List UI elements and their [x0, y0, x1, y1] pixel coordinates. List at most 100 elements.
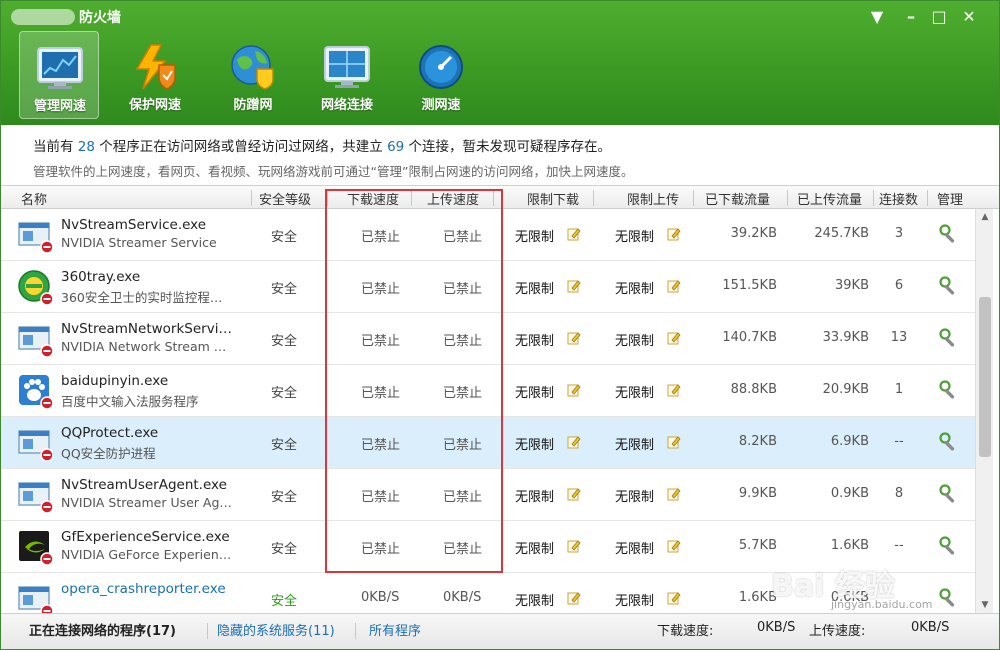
col-downloaded[interactable]: 已下载流量 — [705, 189, 770, 208]
edit-limit-download-icon[interactable] — [567, 227, 581, 241]
edit-limit-upload-icon[interactable] — [667, 435, 681, 449]
limit-upload-value: 无限制 — [615, 282, 655, 297]
col-conn-count[interactable]: 连接数 — [879, 189, 918, 208]
table-row[interactable]: NvStreamNetworkServi… NVIDIA Network Stre… — [1, 313, 975, 365]
table-header: 名称 安全等级 下载速度 上传速度 限制下载 限制上传 已下载流量 已上传流量 … — [1, 185, 999, 209]
footer-divider — [207, 623, 208, 639]
safety-level: 安全 — [271, 490, 298, 505]
connection-count: 3 — [894, 226, 904, 241]
edit-limit-upload-icon[interactable] — [667, 331, 681, 345]
edit-limit-download-icon[interactable] — [567, 487, 581, 501]
col-limit-download[interactable]: 限制下载 — [527, 189, 579, 208]
manage-wrench-icon[interactable] — [939, 328, 959, 348]
col-uploaded[interactable]: 已上传流量 — [797, 189, 862, 208]
col-upload-speed[interactable]: 上传速度 — [427, 189, 479, 208]
tool-manage-speed[interactable]: 管理网速 — [19, 31, 99, 119]
manage-wrench-icon[interactable] — [939, 276, 959, 296]
close-button[interactable]: ✕ — [957, 5, 981, 29]
uploaded-total: 1.6KB — [830, 538, 869, 553]
limit-upload-value: 无限制 — [615, 386, 655, 401]
tool-network-connections[interactable]: 网络连接 — [307, 31, 387, 119]
footer-download-label: 下载速度: — [657, 624, 714, 639]
manage-wrench-icon[interactable] — [939, 536, 959, 556]
manage-wrench-icon[interactable] — [939, 224, 959, 244]
connection-count: 1 — [894, 382, 904, 397]
edit-limit-upload-icon[interactable] — [667, 227, 681, 241]
footer-download-value: 0KB/S — [757, 620, 796, 635]
scroll-down-icon[interactable]: ▼ — [976, 597, 994, 613]
lightning-shield-icon — [135, 44, 176, 90]
table-row[interactable]: NvStreamUserAgent.exe NVIDIA Streamer Use… — [1, 469, 975, 521]
edit-limit-download-icon[interactable] — [567, 435, 581, 449]
col-manage[interactable]: 管理 — [937, 189, 963, 208]
manage-wrench-icon[interactable] — [939, 484, 959, 504]
col-divider[interactable] — [927, 190, 928, 206]
scroll-up-icon[interactable]: ▲ — [976, 209, 994, 225]
edit-limit-download-icon[interactable] — [567, 279, 581, 293]
tool-anti-leech[interactable]: 防蹭网 — [213, 31, 293, 119]
col-divider[interactable] — [873, 190, 874, 206]
table-row[interactable]: opera_crashreporter.exe 安全 0KB/S 0KB/S 无限制 无限… — [1, 573, 975, 613]
tab-hidden-services[interactable]: 隐藏的系统服务(11) — [217, 620, 335, 639]
col-divider[interactable] — [693, 190, 694, 206]
col-divider[interactable] — [593, 190, 594, 206]
uploaded-total: 39KB — [835, 278, 869, 293]
connection-count: -- — [894, 538, 904, 553]
limit-download-value: 无限制 — [515, 386, 555, 401]
vertical-scrollbar[interactable]: ▲ ▼ — [975, 209, 993, 613]
manage-wrench-icon[interactable] — [939, 588, 959, 608]
edit-limit-upload-icon[interactable] — [667, 539, 681, 553]
scroll-thumb[interactable] — [979, 297, 991, 457]
edit-limit-upload-icon[interactable] — [667, 487, 681, 501]
col-download-speed[interactable]: 下载速度 — [347, 189, 399, 208]
col-limit-upload[interactable]: 限制上传 — [627, 189, 679, 208]
minimize-button[interactable]: – — [899, 5, 923, 29]
col-divider[interactable] — [493, 190, 494, 206]
col-divider[interactable] — [251, 190, 252, 206]
limit-upload-value: 无限制 — [615, 594, 655, 609]
downloaded-total: 151.5KB — [722, 278, 777, 293]
monitor-chart-icon — [37, 47, 83, 89]
tool-protect-speed[interactable]: 保护网速 — [115, 31, 195, 119]
summary-part: 当前有 — [33, 139, 78, 155]
col-divider[interactable] — [327, 190, 328, 206]
tool-label: 保护网速 — [128, 98, 181, 113]
connection-count: 69 — [387, 139, 405, 155]
app-logo-blurred — [11, 9, 75, 25]
tab-all-programs[interactable]: 所有程序 — [369, 620, 421, 639]
table-row[interactable]: QQProtect.exe QQ安全防护进程 安全 已禁止 已禁止 无限制 无限制 8.2KB… — [1, 417, 975, 469]
edit-limit-download-icon[interactable] — [567, 591, 581, 605]
table-row[interactable]: 360tray.exe 360安全卫士的实时监控程… 安全 已禁止 已禁止 无限制 无限制 1… — [1, 261, 975, 313]
edit-limit-upload-icon[interactable] — [667, 383, 681, 397]
upload-speed: 已禁止 — [443, 282, 483, 297]
edit-limit-upload-icon[interactable] — [667, 591, 681, 605]
edit-limit-download-icon[interactable] — [567, 383, 581, 397]
window-app-icon — [18, 326, 53, 357]
uploaded-total: 245.7KB — [814, 226, 869, 241]
col-divider[interactable] — [411, 190, 412, 206]
footer-upload-value: 0KB/S — [911, 620, 950, 635]
window-app-icon — [18, 482, 53, 513]
edit-limit-upload-icon[interactable] — [667, 279, 681, 293]
menu-dropdown-button[interactable]: ▼ — [865, 5, 889, 29]
tab-connected-programs[interactable]: 正在连接网络的程序(17) — [29, 620, 176, 639]
download-speed: 0KB/S — [361, 590, 400, 605]
download-speed: 已禁止 — [361, 490, 401, 505]
edit-limit-download-icon[interactable] — [567, 331, 581, 345]
manage-wrench-icon[interactable] — [939, 380, 959, 400]
summary-part: 个程序正在访问网络或曾经访问过网络，共建立 — [94, 139, 388, 155]
col-name[interactable]: 名称 — [21, 189, 47, 208]
col-safety[interactable]: 安全等级 — [259, 189, 311, 208]
edit-limit-download-icon[interactable] — [567, 539, 581, 553]
connection-count: 6 — [894, 278, 904, 293]
upload-speed: 已禁止 — [443, 230, 483, 245]
tool-label: 测网速 — [421, 98, 461, 113]
tool-speed-test[interactable]: 测网速 — [401, 31, 481, 119]
col-divider[interactable] — [787, 190, 788, 206]
manage-wrench-icon[interactable] — [939, 432, 959, 452]
table-row[interactable]: GfExperienceService.exe NVIDIA GeForce Ex… — [1, 521, 975, 573]
table-row[interactable]: NvStreamService.exe NVIDIA Streamer Servi… — [1, 209, 975, 261]
maximize-button[interactable]: □ — [927, 5, 951, 29]
table-row[interactable]: baidupinyin.exe 百度中文输入法服务程序 安全 已禁止 已禁止 无限制 无限制… — [1, 365, 975, 417]
downloaded-total: 1.6KB — [738, 590, 777, 605]
